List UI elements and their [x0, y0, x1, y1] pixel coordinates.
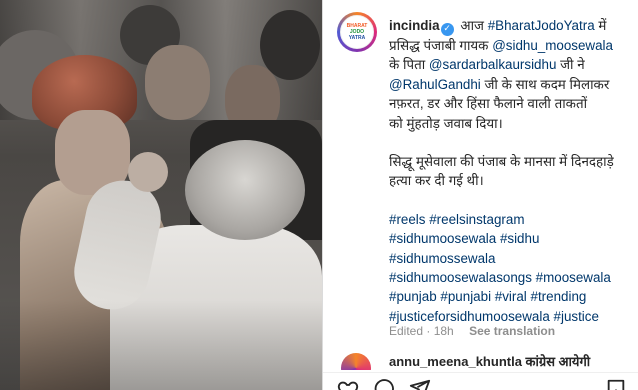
- avatar[interactable]: BHARAT JODO YATRA: [337, 12, 377, 52]
- photo-person: [145, 45, 210, 120]
- avatar[interactable]: [341, 353, 371, 370]
- comment-text[interactable]: annu_meena_khuntla कांग्रेस आयेगी: [389, 352, 590, 370]
- post-details-panel: BHARAT JODO YATRA incindia ✓ आज #BharatJo…: [323, 0, 638, 390]
- hashtag-link[interactable]: #justice: [554, 309, 599, 324]
- photo-head: [185, 140, 305, 240]
- mention-link[interactable]: @sardarbalkaursidhu: [429, 57, 556, 72]
- caption-text: के पिता: [389, 57, 429, 73]
- caption-text: आज: [460, 18, 488, 33]
- caption-text: जी के साथ कदम मिलाकर: [480, 76, 610, 92]
- caption-text: जी ने: [556, 57, 585, 73]
- hashtag-line: #sidhumoosewala #sidhu: [389, 229, 638, 248]
- comment-row: annu_meena_khuntla कांग्रेस आयेगी: [337, 350, 637, 370]
- hashtag-link[interactable]: #sidhu: [500, 231, 539, 246]
- bookmark-icon[interactable]: [605, 378, 627, 390]
- hashtag-link[interactable]: #justiceforsidhumoosewala: [389, 309, 550, 324]
- photo-shade: [0, 300, 322, 390]
- post-photo[interactable]: [0, 0, 322, 390]
- avatar-logo: BHARAT JODO YATRA: [340, 15, 374, 49]
- username-link[interactable]: incindia: [389, 18, 440, 33]
- share-icon[interactable]: [409, 378, 431, 390]
- comment-icon[interactable]: [373, 378, 395, 390]
- hashtag-line: #reels #reelsinstagram: [389, 210, 638, 229]
- verified-badge-icon: ✓: [440, 23, 454, 36]
- heart-icon[interactable]: [337, 378, 359, 390]
- hashtag-link[interactable]: #sidhumossewala: [389, 251, 495, 266]
- mention-link[interactable]: @sidhu_moosewala: [492, 38, 613, 53]
- mention-link[interactable]: @RahulGandhi: [389, 77, 481, 92]
- hashtag-link[interactable]: #sidhumoosewalasongs: [389, 270, 532, 285]
- hashtag-link[interactable]: #viral: [495, 289, 527, 304]
- caption-text: को मुंहतोड़ जवाब दिया।: [389, 115, 503, 131]
- hashtag-link[interactable]: #reelsinstagram: [429, 212, 524, 227]
- hashtag-link[interactable]: #moosewala: [536, 270, 611, 285]
- hashtag-link[interactable]: #punjabi: [440, 289, 491, 304]
- see-translation-button[interactable]: See translation: [469, 324, 555, 338]
- photo-hand: [128, 152, 168, 192]
- avatar-logo-line: YATRA: [348, 35, 366, 41]
- hashtag-line: #sidhumossewala: [389, 249, 638, 268]
- post-action-bar: [323, 372, 638, 390]
- hashtag-line: #punjab #punjabi #viral #trending: [389, 287, 638, 306]
- caption-text: में: [594, 18, 607, 33]
- post-meta: Edited · 18h See translation: [389, 324, 555, 338]
- edited-timestamp: Edited · 18h: [389, 324, 454, 338]
- hashtag-line: #sidhumoosewalasongs #moosewala: [389, 268, 638, 287]
- caption-text: प्रसिद्ध पंजाबी गायक: [389, 38, 493, 53]
- caption-text: नफ़रत, डर और हिंसा फैलाने वाली ताकतों: [389, 96, 588, 112]
- caption-paragraph: सिद्धू मूसेवाला की पंजाब के मानसा में दि…: [389, 154, 614, 189]
- hashtag-link[interactable]: #reels: [389, 212, 425, 227]
- hashtag-link[interactable]: #trending: [531, 289, 587, 304]
- hashtag-link[interactable]: #punjab: [389, 289, 437, 304]
- hashtag-link[interactable]: #BharatJodoYatra: [488, 18, 595, 33]
- hashtag-link[interactable]: #sidhumoosewala: [389, 231, 496, 246]
- post-caption: incindia ✓ आज #BharatJodoYatra में प्रसिद…: [389, 16, 638, 326]
